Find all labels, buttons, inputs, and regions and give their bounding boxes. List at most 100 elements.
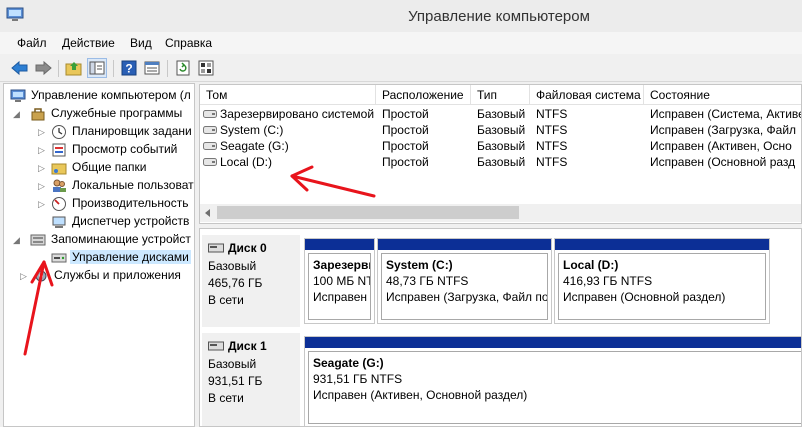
partition-name: Зарезерви	[313, 258, 371, 272]
volume-status: Исправен (Загрузка, Файл	[650, 123, 797, 137]
partition-name: Local (D:)	[563, 258, 619, 272]
drive-icon	[203, 142, 217, 150]
expand-icon[interactable]: ▷	[38, 144, 47, 156]
storage-icon	[30, 234, 46, 246]
volume-type: Базовый	[477, 155, 526, 169]
disk-1-label[interactable]: Диск 1 Базовый 931,51 ГБ В сети	[202, 333, 300, 426]
column-header-layout[interactable]: Расположение	[382, 88, 464, 102]
scrollbar-thumb[interactable]	[217, 206, 519, 219]
menu-help[interactable]: Справка	[165, 36, 212, 50]
refresh-icon	[176, 60, 190, 76]
column-divider[interactable]	[470, 85, 471, 105]
column-divider[interactable]	[375, 85, 376, 105]
tree-item-performance[interactable]: ▷ Производительность	[4, 195, 194, 213]
column-divider[interactable]	[529, 85, 530, 105]
settings-button[interactable]	[196, 58, 216, 78]
shared-folder-icon	[51, 163, 67, 175]
horizontal-scrollbar[interactable]	[200, 204, 801, 222]
partition-name: System (C:)	[386, 258, 453, 272]
show-hide-tree-button[interactable]	[87, 58, 107, 78]
tree-item-disk-management[interactable]: Управление дисками	[4, 249, 194, 267]
menu-action[interactable]: Действие	[62, 36, 115, 50]
partition-details: System (C:) 48,73 ГБ NTFS Исправен (Загр…	[381, 253, 548, 320]
tree-item-device-manager[interactable]: Диспетчер устройств	[4, 213, 194, 231]
volume-row[interactable]: System (C:) Простой Базовый NTFS Исправе…	[200, 122, 801, 138]
expand-icon[interactable]: ▷	[38, 126, 47, 138]
tree-item-root[interactable]: Управление компьютером (л	[4, 87, 194, 105]
arrow-right-icon	[35, 60, 52, 76]
partition-details: Зарезерви 100 МБ NTF Исправен (	[308, 253, 371, 320]
expand-icon[interactable]: ▷	[38, 162, 47, 174]
help-button[interactable]: ?	[119, 58, 139, 78]
device-manager-icon	[52, 216, 66, 228]
services-icon	[35, 270, 47, 282]
column-header-volume[interactable]: Том	[206, 88, 227, 102]
refresh-button[interactable]	[173, 58, 193, 78]
disk-name: Диск 1	[228, 339, 267, 353]
volume-name: Зарезервировано системой	[220, 107, 375, 121]
clock-icon	[52, 125, 66, 139]
event-log-icon	[52, 143, 66, 157]
tree-item-storage[interactable]: ◢ Запоминающие устройст	[4, 231, 194, 249]
tree-item-local-users[interactable]: ▷ Локальные пользоват	[4, 177, 194, 195]
tree-label: Общие папки	[72, 160, 147, 174]
computer-icon	[10, 89, 26, 102]
disk-status: В сети	[208, 293, 244, 307]
column-header-file-system[interactable]: Файловая система	[536, 88, 641, 102]
tree-label: Служебные программы	[51, 106, 183, 120]
tree-item-utilities[interactable]: ◢ Служебные программы	[4, 105, 194, 123]
collapse-icon[interactable]: ◢	[13, 234, 22, 246]
tree-item-scheduler[interactable]: ▷ Планировщик задани	[4, 123, 194, 141]
expand-icon[interactable]: ▷	[38, 198, 47, 210]
column-header-status[interactable]: Состояние	[650, 88, 710, 102]
partition-bar	[378, 239, 551, 250]
column-header-type[interactable]: Тип	[477, 88, 497, 102]
disk-graph-view: Диск 0 Базовый 465,76 ГБ В сети Зарезерв…	[199, 228, 802, 427]
up-level-button[interactable]	[64, 58, 84, 78]
volume-type: Базовый	[477, 107, 526, 121]
arrow-left-icon	[11, 60, 28, 76]
partition-seagate-g[interactable]: Seagate (G:) 931,51 ГБ NTFS Исправен (Ак…	[304, 336, 801, 426]
volume-type: Базовый	[477, 139, 526, 153]
grid-settings-icon	[198, 60, 214, 76]
partition-bar	[305, 239, 374, 250]
tree-item-services[interactable]: ▷ Службы и приложения	[4, 267, 194, 285]
partition-size: 416,93 ГБ NTFS	[563, 274, 653, 288]
expand-icon[interactable]: ▷	[20, 270, 29, 282]
console-tree: Управление компьютером (л ◢ Служебные пр…	[3, 83, 195, 427]
help-icon: ?	[121, 60, 137, 76]
partition-system-c[interactable]: System (C:) 48,73 ГБ NTFS Исправен (Загр…	[377, 238, 552, 324]
partition-size: 931,51 ГБ NTFS	[313, 372, 403, 386]
collapse-icon[interactable]: ◢	[13, 108, 22, 120]
menu-file[interactable]: Файл	[17, 36, 47, 50]
forward-button[interactable]	[33, 58, 53, 78]
disk-size: 465,76 ГБ	[208, 276, 263, 290]
disk-type: Базовый	[208, 357, 257, 371]
disk-status: В сети	[208, 391, 244, 405]
volume-row[interactable]: Seagate (G:) Простой Базовый NTFS Исправ…	[200, 138, 801, 154]
menu-view[interactable]: Вид	[130, 36, 152, 50]
back-button[interactable]	[10, 58, 30, 78]
scroll-left-icon[interactable]	[204, 209, 212, 217]
volume-file-system: NTFS	[536, 155, 568, 169]
window-title: Управление компьютером	[408, 8, 590, 25]
partition-details: Local (D:) 416,93 ГБ NTFS Исправен (Осно…	[558, 253, 766, 320]
disk-size: 931,51 ГБ	[208, 374, 263, 388]
tree-label: Запоминающие устройст	[51, 232, 191, 246]
partition-reserved[interactable]: Зарезерви 100 МБ NTF Исправен (	[304, 238, 375, 324]
tree-label: Планировщик задани	[72, 124, 192, 138]
partition-local-d[interactable]: Local (D:) 416,93 ГБ NTFS Исправен (Осно…	[554, 238, 770, 324]
expand-icon[interactable]: ▷	[38, 180, 47, 192]
volume-row[interactable]: Зарезервировано системой Простой Базовый…	[200, 106, 801, 122]
tree-item-event-viewer[interactable]: ▷ Просмотр событий	[4, 141, 194, 159]
properties-button[interactable]	[142, 58, 162, 78]
tree-label: Производительность	[72, 196, 189, 210]
tree-item-shared-folders[interactable]: ▷ Общие папки	[4, 159, 194, 177]
disk-0-label[interactable]: Диск 0 Базовый 465,76 ГБ В сети	[202, 235, 300, 327]
title-bar: Управление компьютером	[0, 0, 802, 32]
volume-list: Том Расположение Тип Файловая система Со…	[199, 84, 802, 224]
partition-status: Исправен (Загрузка, Файл по	[386, 290, 548, 304]
tree-label: Службы и приложения	[54, 268, 181, 282]
volume-row[interactable]: Local (D:) Простой Базовый NTFS Исправен…	[200, 154, 801, 170]
column-divider[interactable]	[643, 85, 644, 105]
